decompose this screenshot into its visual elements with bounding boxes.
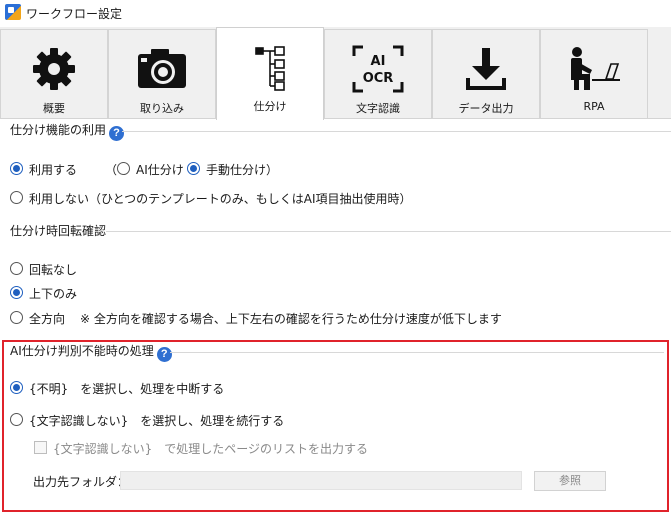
- sorting-not-use-label: 利用しない（ひとつのテンプレートのみ、もしくはAI項目抽出使用時）: [29, 192, 412, 206]
- ai-fail-no-ocr-radio[interactable]: [10, 413, 23, 426]
- tab-label: データ出力: [458, 102, 514, 115]
- help-icon[interactable]: ?: [156, 347, 172, 362]
- ocr-icon-ocr-text: OCR: [363, 71, 394, 86]
- person-at-computer-icon: [571, 47, 620, 90]
- sorting-section-title-text: 仕分け機能の利用: [10, 123, 107, 137]
- title-bar: ワークフロー設定: [0, 0, 671, 26]
- tab-rpa[interactable]: RPA: [540, 29, 648, 118]
- paren-open: （: [105, 163, 118, 177]
- rotation-none-radio[interactable]: [10, 262, 23, 275]
- camera-icon: [138, 49, 186, 88]
- help-icon[interactable]: ?: [109, 126, 125, 141]
- sorting-ai-label: AI仕分け: [136, 163, 184, 177]
- ai-fail-unknown-radio[interactable]: [10, 381, 23, 394]
- sorting-manual-radio[interactable]: [187, 162, 200, 175]
- tab-label: 文字認識: [356, 102, 400, 115]
- rotation-section-title: 仕分け時回転確認: [10, 222, 111, 239]
- output-list-label: {文字認識しない} で処理したページのリストを出力する: [53, 442, 369, 456]
- tab-label: 取り込み: [140, 102, 184, 115]
- app-logo-icon: [5, 4, 21, 20]
- rotation-updown-radio[interactable]: [10, 286, 23, 299]
- output-list-checkbox[interactable]: [34, 441, 47, 454]
- ai-fail-unknown-label: {不明} を選択し、処理を中断する: [29, 382, 225, 396]
- tab-label: RPA: [583, 100, 605, 113]
- divider: [106, 231, 671, 232]
- gear-icon: [33, 48, 75, 90]
- sorting-not-use-radio[interactable]: [10, 191, 23, 204]
- rotation-updown-label: 上下のみ: [29, 287, 78, 301]
- tab-import[interactable]: 取り込み: [108, 29, 216, 118]
- sorting-section-title: 仕分け機能の利用?: [10, 121, 129, 141]
- tab-sorting[interactable]: 仕分け: [216, 27, 324, 120]
- sorting-ai-radio[interactable]: [117, 162, 130, 175]
- browse-button[interactable]: 参照: [534, 471, 606, 491]
- tree-sort-icon: [255, 46, 285, 91]
- output-folder-label: 出力先フォルダ：: [33, 475, 130, 489]
- tab-data-output[interactable]: データ出力: [432, 29, 540, 118]
- divider: [170, 352, 664, 353]
- ai-fail-section-title-text: AI仕分け判別不能時の処理: [10, 344, 154, 358]
- sorting-use-radio[interactable]: [10, 162, 23, 175]
- tab-ocr[interactable]: AI OCR 文字認識: [324, 29, 432, 118]
- divider: [122, 131, 671, 132]
- sorting-manual-label: 手動仕分け: [206, 163, 267, 177]
- paren-close: ）: [266, 163, 279, 177]
- tab-overview[interactable]: 概要: [0, 29, 108, 118]
- ai-fail-no-ocr-label: {文字認識しない} を選択し、処理を続行する: [29, 414, 285, 428]
- ai-ocr-icon: AI OCR: [352, 45, 404, 93]
- tab-bar: 概要 取り込み 仕分け AI OCR 文字認識 データ出力 RPA: [0, 27, 671, 120]
- rotation-all-radio[interactable]: [10, 311, 23, 324]
- rotation-all-note: ※ 全方向を確認する場合、上下左右の確認を行うため仕分け速度が低下します: [80, 312, 502, 326]
- output-folder-input[interactable]: [120, 471, 522, 490]
- ocr-icon-ai-text: AI: [371, 54, 386, 69]
- download-icon: [466, 48, 506, 90]
- ai-fail-section-title: AI仕分け判別不能時の処理?: [10, 342, 176, 362]
- sorting-use-label: 利用する: [29, 163, 78, 177]
- tab-label: 仕分け: [253, 100, 287, 113]
- window-title: ワークフロー設定: [26, 7, 123, 21]
- tab-label: 概要: [43, 102, 65, 115]
- rotation-none-label: 回転なし: [29, 263, 78, 277]
- rotation-all-label: 全方向: [29, 312, 66, 326]
